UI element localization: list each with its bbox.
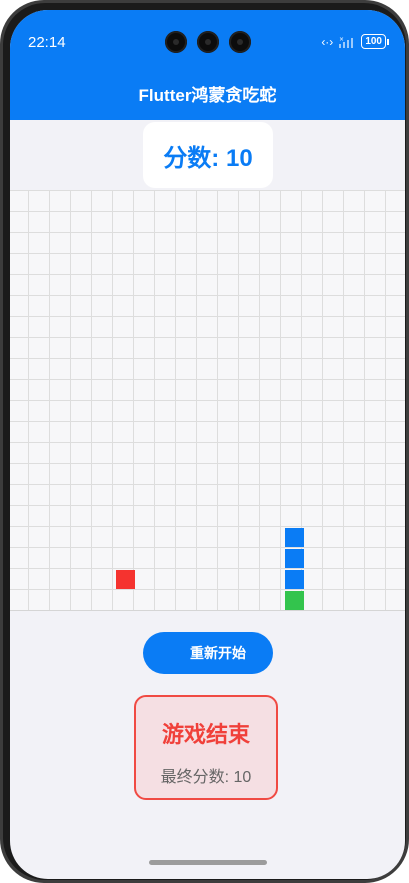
snake-body-cell xyxy=(285,549,304,568)
app-bar: Flutter鸿蒙贪吃蛇 xyxy=(10,66,405,120)
status-icons: ‹·› × 100 xyxy=(321,34,389,49)
score-label: 分数: 10 xyxy=(163,144,253,172)
status-bar: 22:14 ‹·› × 100 xyxy=(10,10,405,66)
nfc-icon: ‹·› xyxy=(321,34,334,49)
camera-icon xyxy=(165,31,187,53)
battery-tip xyxy=(387,38,389,45)
snake-body-cell xyxy=(285,528,304,547)
app-screen: 22:14 ‹·› × 100 Flutter鸿蒙贪吃蛇 分数: 10 重新开始… xyxy=(10,10,405,879)
game-board[interactable] xyxy=(10,190,405,611)
food-cell xyxy=(116,570,135,589)
phone-bezel: 22:14 ‹·› × 100 Flutter鸿蒙贪吃蛇 分数: 10 重新开始… xyxy=(3,3,406,880)
restart-button[interactable]: 重新开始 xyxy=(143,632,273,674)
final-score: 最终分数: 10 xyxy=(160,769,252,786)
camera-icon xyxy=(229,31,251,53)
game-over-card: 游戏结束 最终分数: 10 xyxy=(134,695,278,800)
battery-icon: 100 xyxy=(361,34,386,49)
status-time: 22:14 xyxy=(28,34,66,51)
svg-text:×: × xyxy=(339,36,344,43)
restart-label: 重新开始 xyxy=(190,645,246,661)
signal-icon: × xyxy=(339,36,354,48)
snake-head-cell xyxy=(285,591,304,610)
camera-icon xyxy=(197,31,219,53)
score-card: 分数: 10 xyxy=(143,122,273,188)
game-over-title: 游戏结束 xyxy=(161,722,250,747)
snake-body-cell xyxy=(285,570,304,589)
home-indicator[interactable] xyxy=(149,860,267,865)
app-title: Flutter鸿蒙贪吃蛇 xyxy=(138,85,277,105)
phone-frame: 22:14 ‹·› × 100 Flutter鸿蒙贪吃蛇 分数: 10 重新开始… xyxy=(0,0,409,883)
